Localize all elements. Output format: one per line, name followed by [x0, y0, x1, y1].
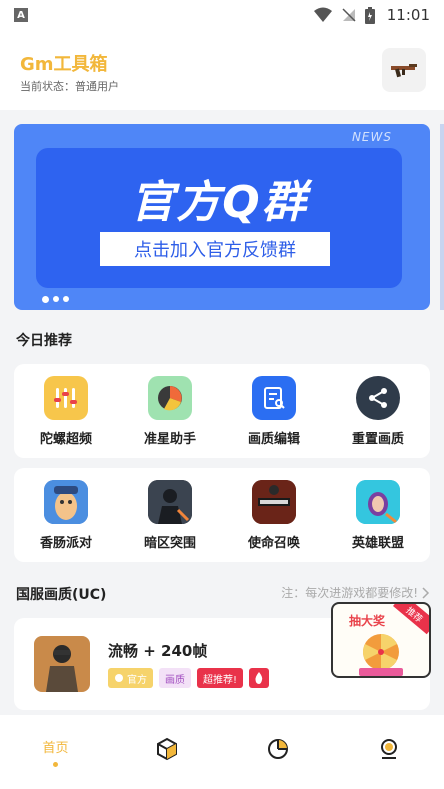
- chevron-right-icon: [422, 586, 430, 599]
- share-icon: [356, 376, 400, 420]
- bottom-navigation: 首页: [0, 715, 444, 789]
- call-of-duty-icon: [252, 480, 296, 524]
- game-label: 暗区突围: [143, 536, 196, 551]
- pagination-dot-3: [63, 296, 69, 302]
- preset-title: 流畅 + 240帧: [108, 642, 208, 660]
- tool-quality-edit[interactable]: 画质编辑: [229, 376, 319, 447]
- arena-breakout-icon: [148, 480, 192, 524]
- no-signal-icon: [342, 8, 356, 22]
- league-icon: [356, 480, 400, 524]
- tool-label: 画质编辑: [247, 432, 300, 447]
- banner-pagination: [42, 296, 69, 303]
- fire-icon: [249, 668, 270, 688]
- banner-inner-panel: 官方Q群 点击加入官方反馈群: [36, 148, 402, 288]
- game-call-of-duty[interactable]: 使命召唤: [229, 480, 319, 551]
- pagination-dot-2: [53, 296, 59, 302]
- pie-chart-icon: [267, 739, 288, 759]
- prize-wheel-icon: [359, 634, 403, 676]
- notification-a-icon: A: [14, 8, 28, 22]
- next-banner-peek: [440, 124, 444, 310]
- tools-card: 陀螺超频 准星助手 画质编辑 重置画质: [14, 364, 430, 458]
- clock: 11:01: [386, 6, 430, 24]
- profile-icon: [380, 739, 397, 759]
- battery-icon: [364, 6, 375, 24]
- tag-official: 官方: [108, 668, 153, 688]
- lottery-float-button[interactable]: 抽大奖 推荐: [331, 602, 431, 678]
- nav-home[interactable]: 首页: [26, 737, 86, 767]
- edit-icon: [252, 376, 296, 420]
- tag-recommended: 超推荐!: [197, 668, 244, 688]
- tool-reset-quality[interactable]: 重置画质: [333, 376, 423, 447]
- game-label: 英雄联盟: [351, 536, 404, 551]
- header-action-button[interactable]: [382, 48, 426, 92]
- pagination-dot-1: [42, 296, 49, 303]
- cube-icon: [156, 737, 177, 761]
- active-dot: [53, 762, 58, 767]
- pubg-thumbnail: [34, 636, 90, 692]
- note-link[interactable]: 注：每次进游戏都要修改!: [281, 584, 430, 601]
- tool-label: 陀螺超频: [39, 432, 92, 447]
- gun-icon: [391, 64, 417, 78]
- banner-news-label: NEWS: [351, 130, 392, 144]
- banner-headline: 官方Q群: [130, 177, 308, 228]
- wifi-icon: [313, 7, 332, 22]
- tool-gyro[interactable]: 陀螺超频: [21, 376, 111, 447]
- game-label: 使命召唤: [247, 536, 300, 551]
- game-league[interactable]: 英雄联盟: [333, 480, 423, 551]
- section-title-cn-quality: 国服画质(UC): [16, 587, 107, 603]
- preset-tags: 官方 画质 超推荐!: [108, 668, 270, 688]
- nav-home-label: 首页: [42, 741, 69, 756]
- games-card: 香肠派对 暗区突围 使命召唤 英雄联盟: [14, 468, 430, 562]
- join-group-button[interactable]: 点击加入官方反馈群: [100, 232, 330, 266]
- tool-label: 准星助手: [143, 432, 196, 447]
- game-sausage-party[interactable]: 香肠派对: [21, 480, 111, 551]
- nav-profile[interactable]: [359, 737, 419, 761]
- game-label: 香肠派对: [39, 536, 92, 551]
- app-title: Gm工具箱: [20, 54, 108, 75]
- section-title-today: 今日推荐: [16, 333, 72, 349]
- user-status: 当前状态：普通用户: [20, 80, 119, 93]
- tool-crosshair[interactable]: 准星助手: [125, 376, 215, 447]
- note-text: 注：每次进游戏都要修改!: [281, 586, 418, 600]
- app-header: Gm工具箱 当前状态：普通用户: [0, 30, 444, 110]
- promo-banner[interactable]: NEWS 官方Q群 点击加入官方反馈群: [14, 124, 430, 310]
- nav-stats[interactable]: [248, 737, 308, 761]
- sausage-game-icon: [44, 480, 88, 524]
- nav-tools[interactable]: [137, 737, 197, 761]
- tag-quality: 画质: [159, 668, 191, 688]
- crosshair-icon: [148, 376, 192, 420]
- lottery-label: 抽大奖: [349, 614, 386, 628]
- game-arena-breakout[interactable]: 暗区突围: [125, 480, 215, 551]
- status-bar: A 11:01: [0, 0, 444, 30]
- tool-label: 重置画质: [351, 432, 404, 447]
- official-icon: [115, 674, 123, 682]
- gyro-icon: [44, 376, 88, 420]
